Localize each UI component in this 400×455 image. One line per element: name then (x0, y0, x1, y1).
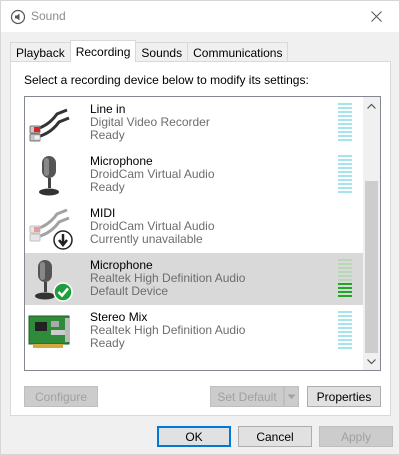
set-default-button[interactable]: Set Default (210, 386, 284, 407)
close-icon (370, 11, 382, 22)
list-item-selected[interactable]: Microphone Realtek High Definition Audio… (25, 253, 364, 305)
circuit-board-icon (28, 315, 70, 348)
chevron-down-icon (367, 358, 376, 364)
set-default-dropdown[interactable] (284, 386, 299, 407)
configure-button[interactable]: Configure (24, 386, 98, 407)
instruction-text: Select a recording device below to modif… (24, 73, 309, 87)
tab-strip: Playback Recording Sounds Communications (10, 40, 289, 62)
list-item[interactable]: Microphone DroidCam Virtual Audio Ready (25, 149, 364, 201)
tab-communications[interactable]: Communications (187, 42, 289, 62)
title-bar: Sound (1, 1, 399, 32)
cancel-button[interactable]: Cancel (238, 426, 312, 447)
recording-panel: Select a recording device below to modif… (10, 61, 391, 416)
tab-recording[interactable]: Recording (69, 40, 137, 62)
scroll-down-button[interactable] (363, 353, 380, 370)
scroll-up-button[interactable] (363, 97, 380, 114)
device-status: Ready (90, 128, 125, 142)
device-status: Currently unavailable (90, 232, 203, 246)
scrollbar-thumb[interactable] (365, 181, 378, 353)
apply-button[interactable]: Apply (319, 426, 393, 447)
microphone-icon (35, 260, 73, 302)
tab-sounds[interactable]: Sounds (135, 42, 189, 62)
chevron-down-icon (287, 394, 296, 399)
device-status: Default Device (90, 284, 169, 298)
speaker-icon (10, 9, 26, 25)
list-item[interactable]: Stereo Mix Realtek High Definition Audio… (25, 305, 364, 357)
line-in-cable-icon (29, 108, 70, 142)
tab-playback[interactable]: Playback (10, 42, 71, 62)
close-button[interactable] (353, 1, 399, 32)
vertical-scrollbar[interactable] (363, 97, 380, 370)
microphone-icon (39, 156, 59, 196)
window-title: Sound (31, 9, 66, 23)
level-meter (338, 155, 352, 195)
properties-button[interactable]: Properties (307, 386, 381, 407)
midi-cable-icon (29, 208, 73, 250)
device-status: Ready (90, 180, 125, 194)
sound-dialog: Sound Playback Recording Sounds Communic… (0, 0, 400, 455)
level-meter (338, 103, 352, 143)
level-meter (338, 259, 352, 299)
list-item[interactable]: MIDI DroidCam Virtual Audio Currently un… (25, 201, 364, 253)
list-item[interactable]: Line in Digital Video Recorder Ready (25, 97, 364, 149)
device-status: Ready (90, 336, 125, 350)
level-meter (338, 311, 352, 351)
device-list[interactable]: Line in Digital Video Recorder Ready Mic… (24, 96, 381, 371)
ok-button[interactable]: OK (157, 426, 231, 447)
chevron-up-icon (367, 103, 376, 109)
